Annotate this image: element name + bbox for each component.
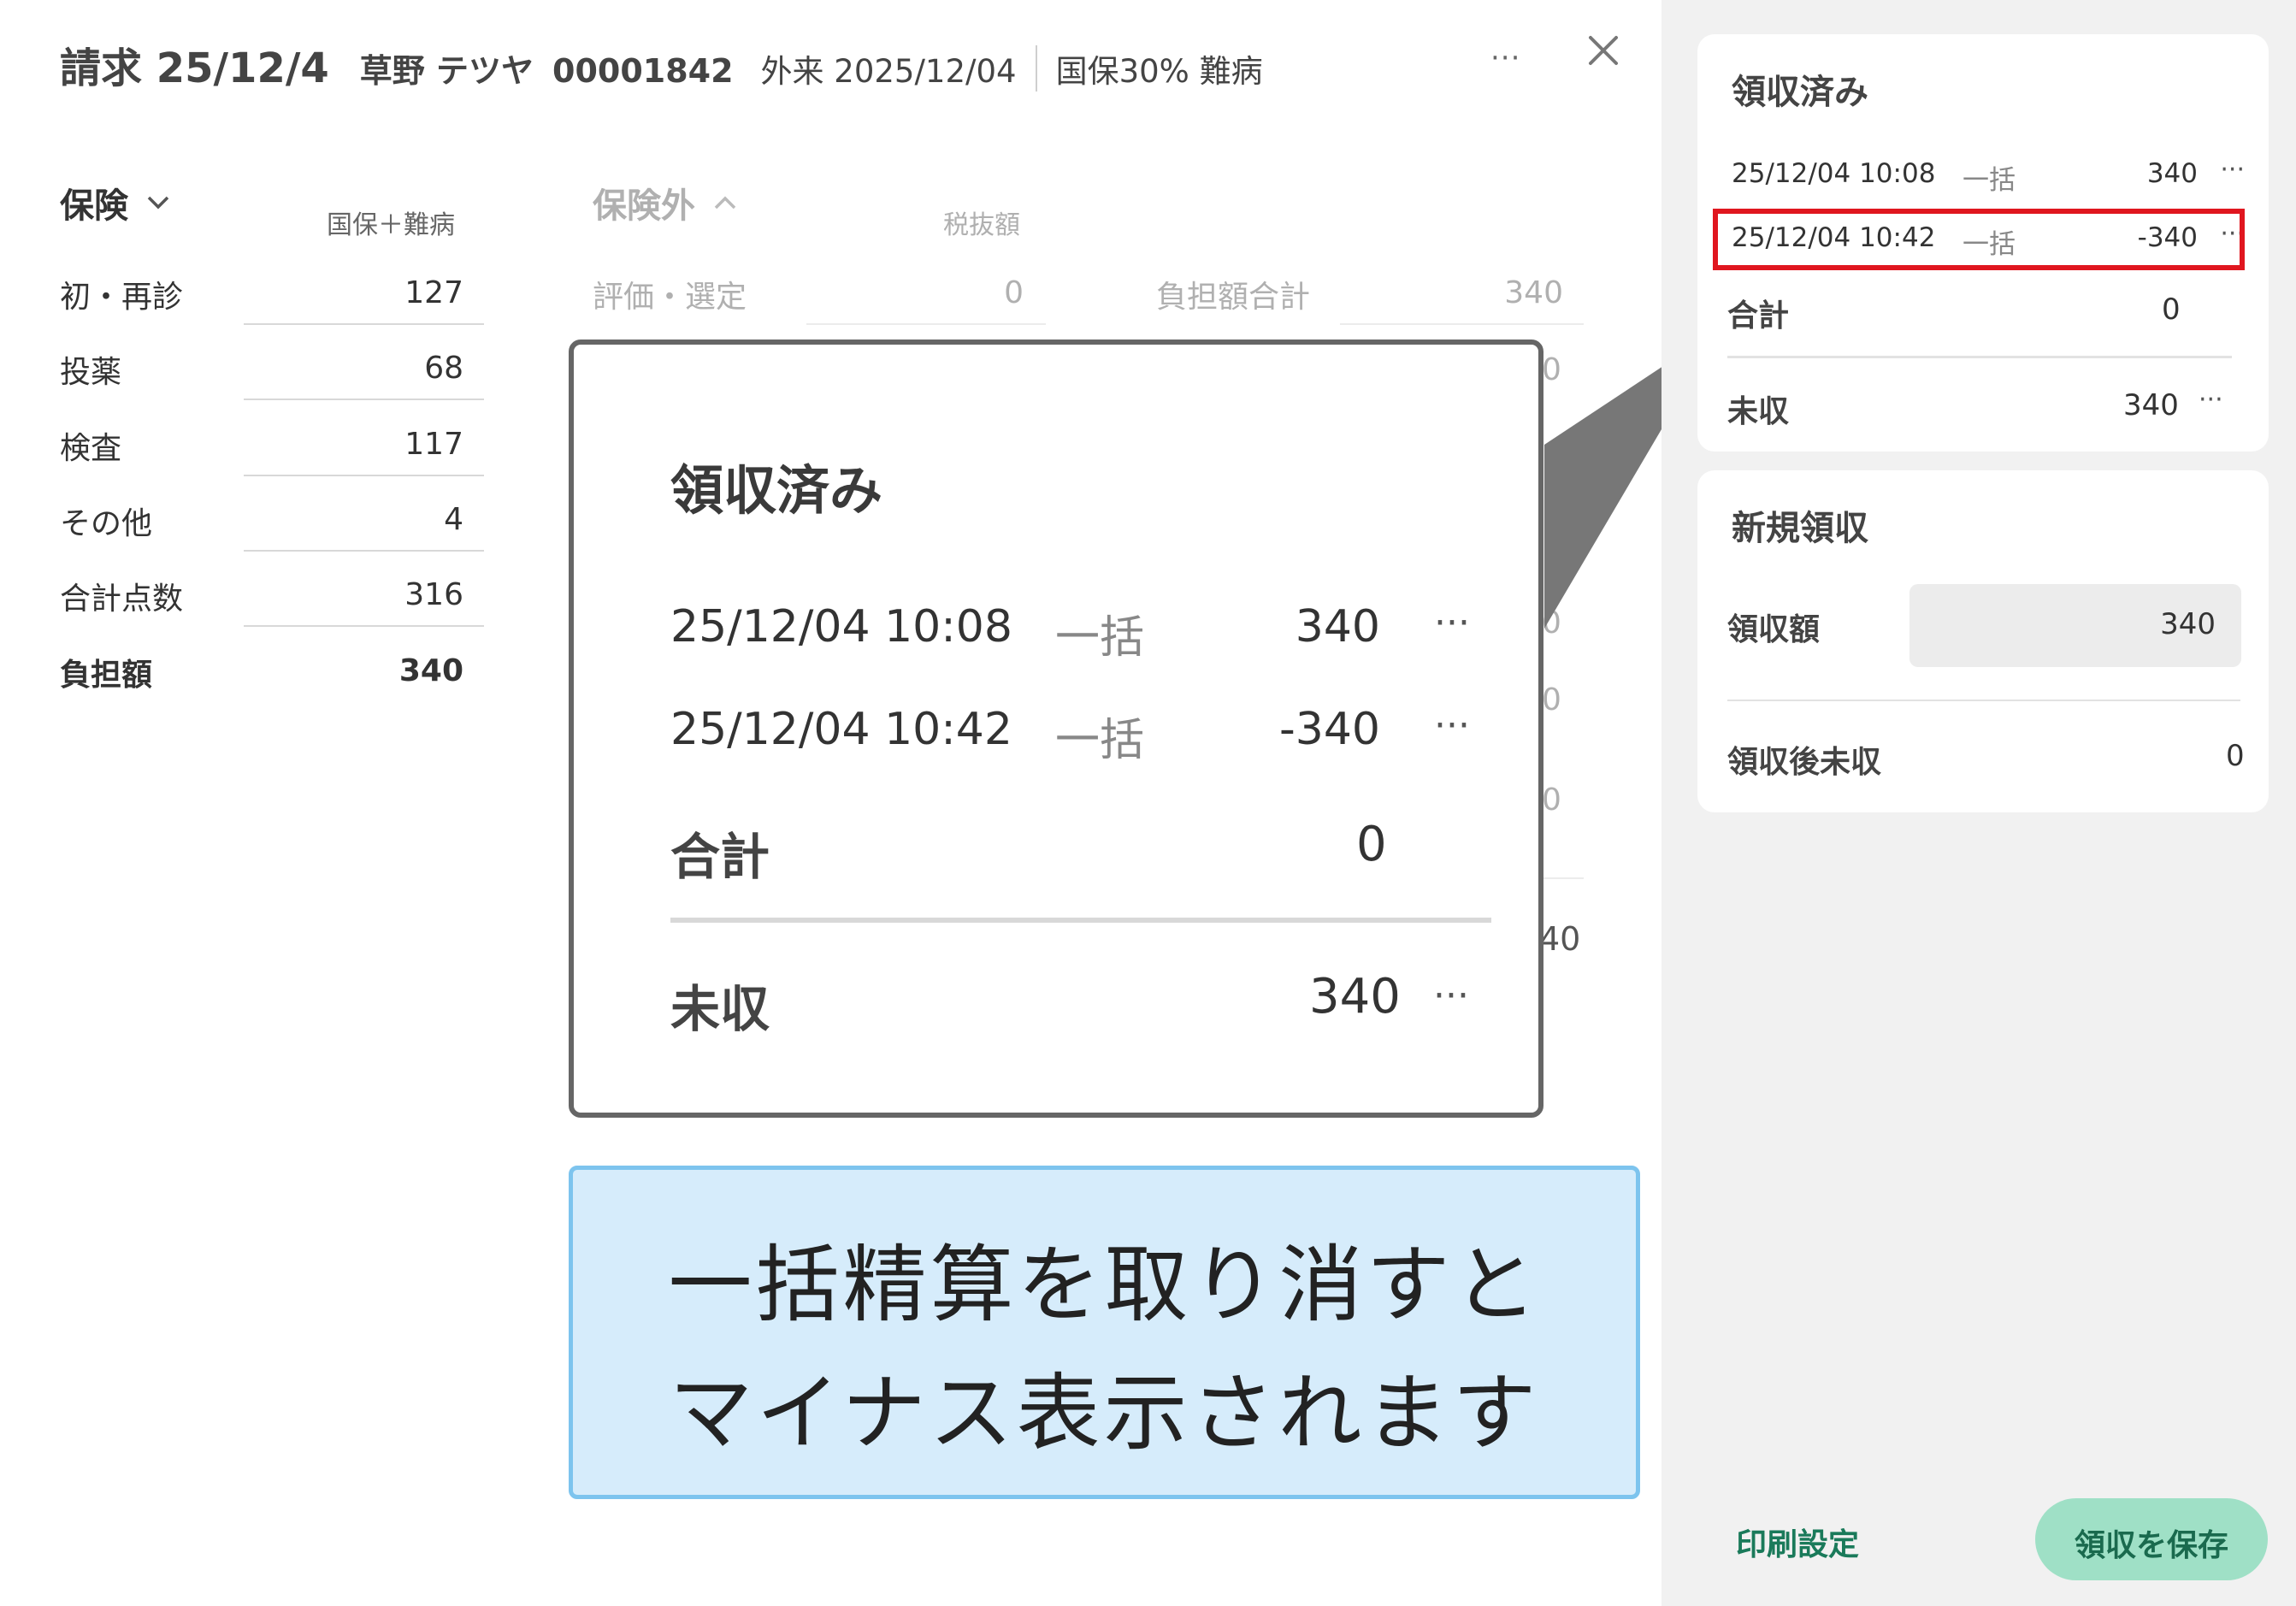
receipt-amount-value: 340 [2160, 607, 2216, 641]
callout-unpaid-value: 340 [1309, 969, 1401, 1024]
received-title: 領収済み [1732, 73, 1868, 112]
note-line-1: 一括精算を取り消すと [668, 1237, 1541, 1334]
callout-row-amount: -340 [1278, 704, 1380, 755]
note-line-2: マイナス表示されます [669, 1365, 1540, 1462]
received-row[interactable]: 25/12/04 10:08 一括 340 ··· [1732, 155, 2245, 210]
received-total-value: 0 [2162, 292, 2181, 327]
callout-total-label: 合計 [670, 828, 770, 886]
callout-unpaid-label: 未収 [670, 980, 770, 1038]
new-receipt-divider [1727, 700, 2240, 701]
print-settings-button[interactable]: 印刷設定 [1736, 1520, 1859, 1564]
billing-page: 請求 25/12/4 草野 テツヤ 00001842 外来 2025/12/04… [0, 0, 2296, 1606]
more-options-icon[interactable]: ··· [1433, 974, 1469, 1018]
callout-row-amount: 340 [1295, 601, 1380, 652]
received-unpaid-label: 未収 [1727, 394, 1790, 429]
callout-row-type: 一括 [1055, 612, 1145, 664]
more-options-icon[interactable]: ··· [1434, 601, 1470, 645]
more-options-icon[interactable]: ··· [2220, 155, 2245, 185]
receipt-amount-input[interactable]: 340 [1909, 584, 2241, 667]
received-row-date: 25/12/04 10:08 [1732, 158, 1936, 189]
received-total-label: 合計 [1727, 298, 1790, 334]
save-receipt-button[interactable]: 領収を保存 [2035, 1498, 2268, 1580]
callout-row-date: 25/12/04 10:42 [670, 704, 1012, 755]
callout-row: 25/12/04 10:08 一括 340 ··· [670, 601, 1487, 670]
save-receipt-label: 領収を保存 [2074, 1528, 2228, 1563]
received-row-type: 一括 [1963, 165, 2016, 196]
receipt-amount-label: 領収額 [1727, 612, 1821, 647]
callout-row: 25/12/04 10:42 一括 -340 ··· [670, 704, 1487, 772]
zoom-callout: 領収済み 25/12/04 10:08 一括 340 ··· 25/12/04 … [569, 340, 1543, 1118]
new-receipt-title: 新規領収 [1732, 509, 1868, 548]
more-options-icon[interactable]: ··· [2199, 385, 2223, 415]
callout-divider [670, 918, 1491, 923]
callout-title: 領収済み [670, 459, 883, 522]
received-unpaid-value: 340 [2123, 388, 2179, 422]
callout-row-type: 一括 [1055, 715, 1145, 766]
callout-total-value: 0 [1356, 817, 1387, 872]
highlight-box [1713, 209, 2245, 270]
callout-row-date: 25/12/04 10:08 [670, 601, 1012, 652]
received-divider [1727, 356, 2232, 358]
received-row-amount: 340 [2146, 158, 2198, 189]
explanation-note: 一括精算を取り消すと マイナス表示されます [569, 1166, 1640, 1499]
after-receipt-unpaid-label: 領収後未収 [1727, 745, 1882, 780]
more-options-icon[interactable]: ··· [1434, 704, 1470, 747]
after-receipt-unpaid-value: 0 [2226, 739, 2245, 773]
